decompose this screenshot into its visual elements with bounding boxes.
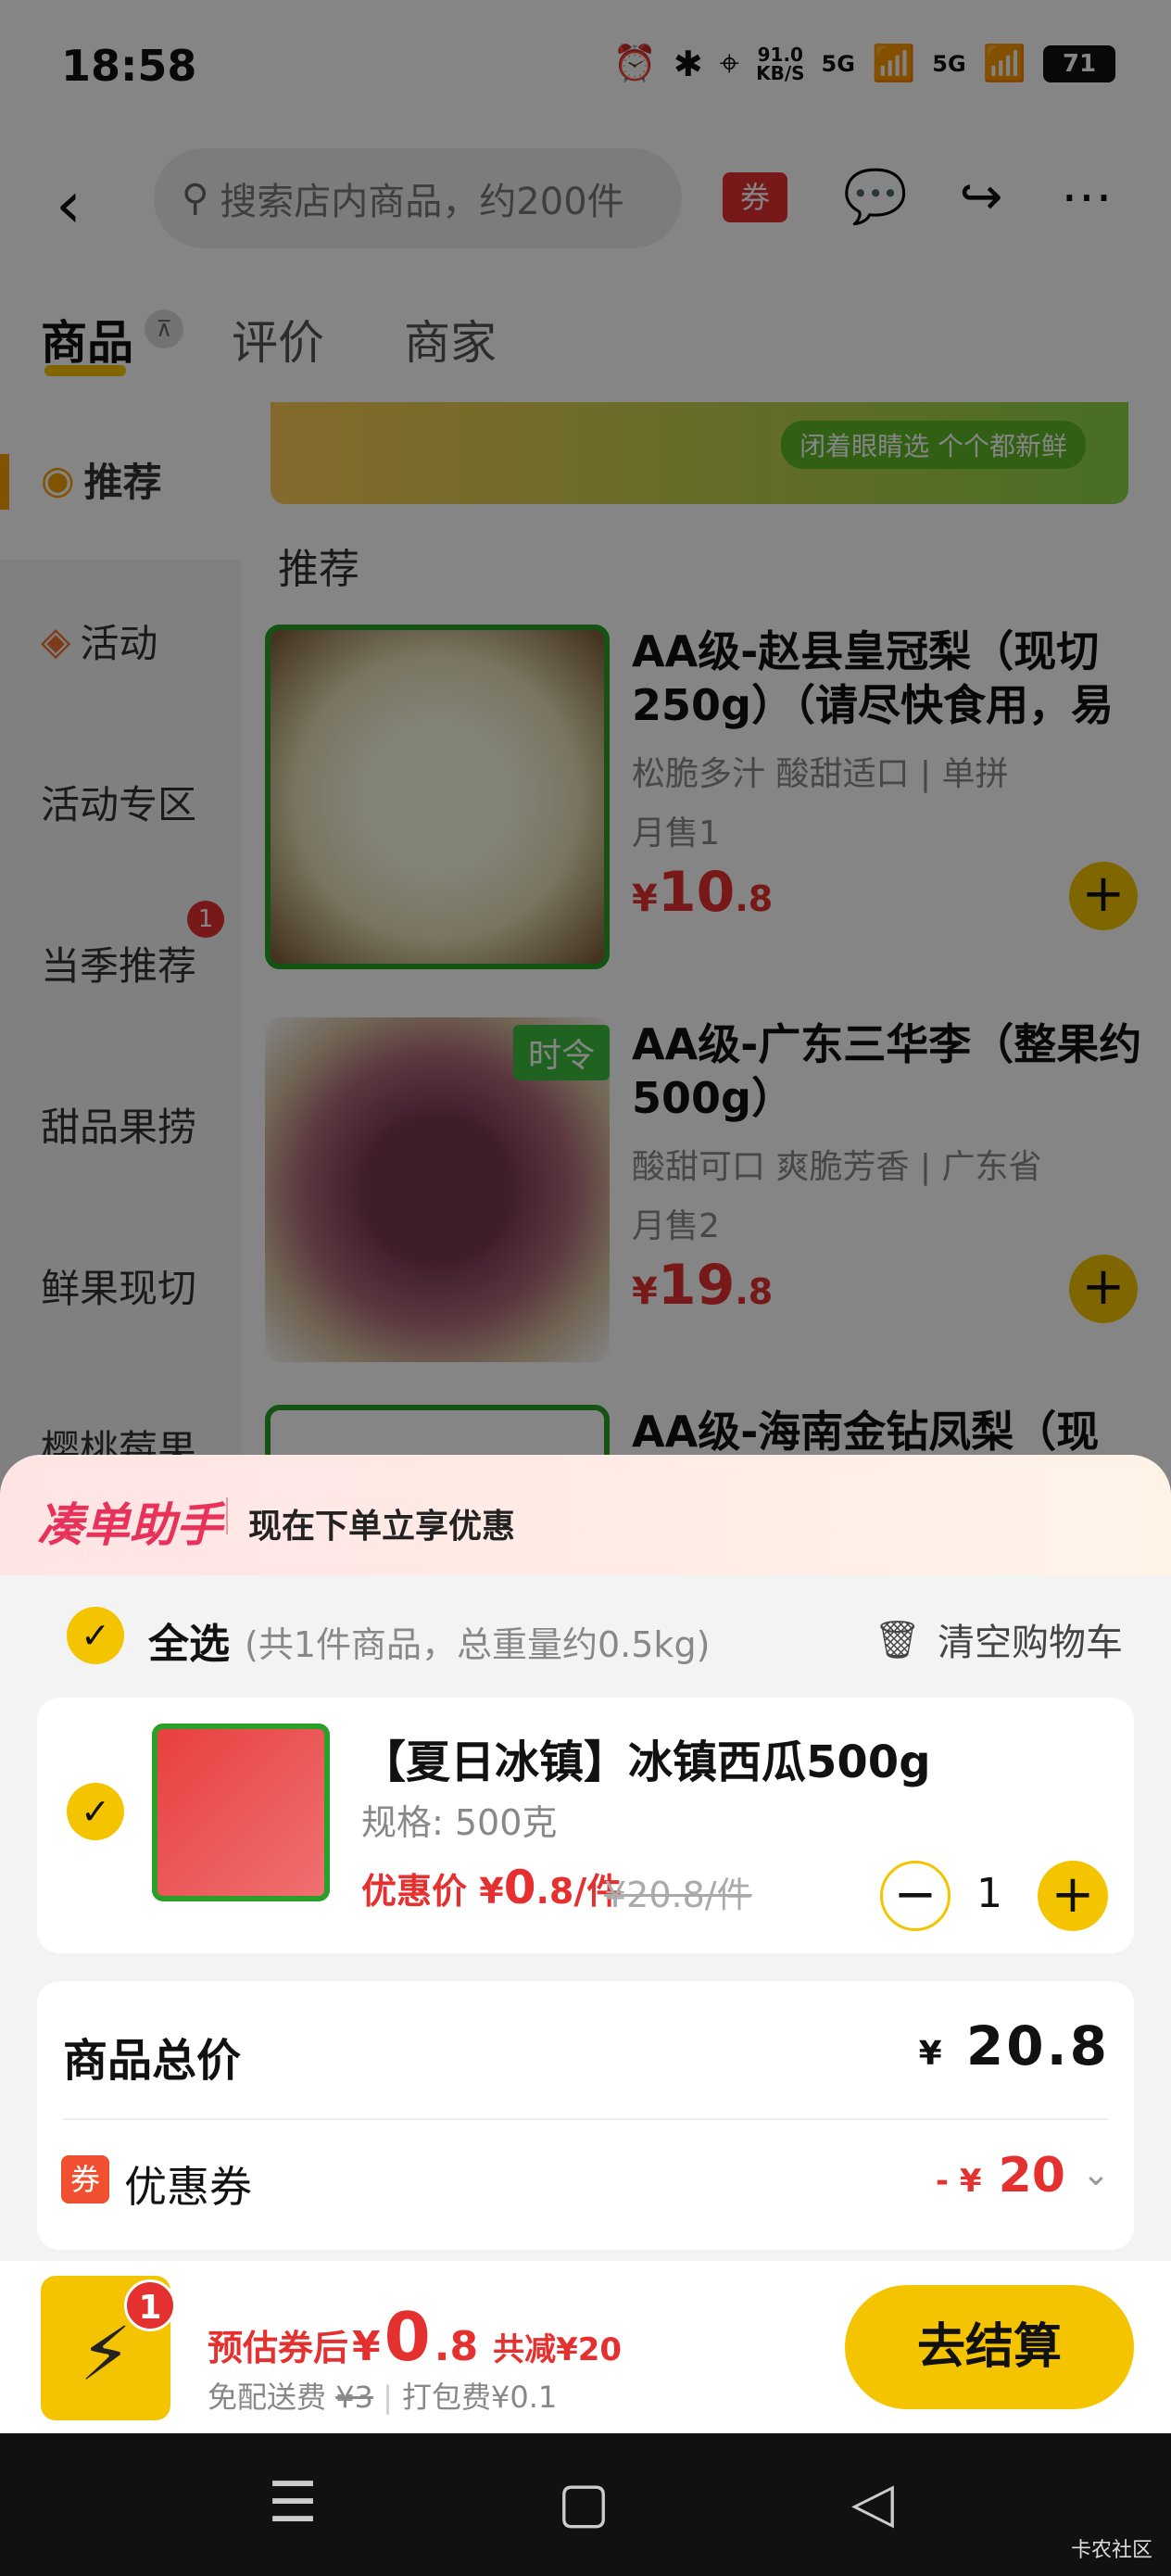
cart-item: ✓ 【夏日冰镇】冰镇西瓜500g 规格: 500克 优惠价 ¥0.8/件 ¥20… (37, 1698, 1134, 1953)
delivery-label: 免配送费 (208, 2380, 327, 2415)
total-value: ¥ 20.8 (919, 2014, 1110, 2077)
estimate-symbol: ¥ (352, 2323, 381, 2370)
total-amount: 20.8 (965, 2014, 1110, 2077)
quantity-value: 1 (976, 1870, 1002, 1917)
item-spec: 规格: 500克 (361, 1802, 558, 1843)
helper-banner: 凑单助手 现在下单立享优惠 (0, 1455, 1171, 1575)
item-name: 【夏日冰镇】冰镇西瓜500g (361, 1736, 931, 1788)
system-nav-bar: ☰ ▢ ◁ 卡农社区 (0, 2433, 1171, 2576)
watermark: 卡农社区 (1070, 2539, 1152, 2562)
coupon-amount: 20 (998, 2148, 1065, 2203)
checkout-bar: ⚡ 1 预估券后 ¥ 0 .8 共减¥20 免配送费 ¥3 | 打包费¥0.1 … (0, 2261, 1171, 2433)
item-price: 优惠价 ¥0.8/件 (361, 1861, 622, 1914)
saving-text: 共减¥20 (493, 2331, 623, 2368)
delivery-orig: ¥3 (335, 2380, 373, 2415)
estimate-int: 0 (384, 2298, 431, 2376)
price-symbol: ¥ (479, 1871, 504, 1912)
select-summary: (共1件商品，总重量约0.5kg) (245, 1624, 711, 1665)
menu-icon[interactable]: ☰ (256, 2470, 330, 2535)
chevron-down-icon[interactable]: ⌄ (1082, 2155, 1110, 2193)
cart-count-badge: 1 (124, 2279, 176, 2331)
estimate-dec: .8 (434, 2323, 479, 2370)
coupon-icon: 券 (61, 2155, 109, 2203)
coupon-value[interactable]: - ¥ 20 (936, 2148, 1065, 2203)
select-all-checkbox[interactable]: ✓ (67, 1607, 124, 1664)
coupon-prefix: - ¥ (935, 2163, 982, 2200)
item-checkbox[interactable]: ✓ (67, 1783, 124, 1840)
total-symbol: ¥ (918, 2035, 945, 2073)
helper-logo: 凑单助手 (37, 1498, 222, 1552)
price-label: 优惠价 (361, 1871, 468, 1912)
clear-cart-label: 清空购物车 (938, 1622, 1123, 1664)
quantity-increase-button[interactable]: + (1038, 1861, 1108, 1931)
quantity-decrease-button[interactable]: − (880, 1861, 951, 1931)
price-int: 0 (503, 1861, 536, 1914)
helper-text: 现在下单立享优惠 (248, 1508, 516, 1546)
select-all-label[interactable]: 全选 (148, 1610, 230, 1670)
divider (226, 1497, 228, 1534)
clear-cart-button[interactable]: 🗑 清空购物车 (874, 1612, 1123, 1666)
item-image (152, 1724, 330, 1901)
trash-icon: 🗑 (874, 1618, 921, 1661)
estimate-label: 预估券后 (208, 2328, 349, 2368)
estimate-price: 预估券后 ¥ 0 .8 共减¥20 (208, 2298, 622, 2376)
packing-fee: 打包费¥0.1 (402, 2380, 558, 2415)
item-original-price: ¥20.8/件 (604, 1875, 752, 1915)
price-summary: 商品总价 ¥ 20.8 券 优惠券 - ¥ 20 ⌄ (37, 1981, 1134, 2250)
checkout-button[interactable]: 去结算 (845, 2285, 1134, 2409)
coupon-label[interactable]: 优惠券 (124, 2153, 252, 2215)
total-label: 商品总价 (63, 2035, 242, 2087)
fees-text: 免配送费 ¥3 | 打包费¥0.1 (208, 2380, 558, 2415)
divider (63, 2118, 1108, 2120)
home-icon[interactable]: ▢ (547, 2470, 621, 2535)
back-icon[interactable]: ◁ (836, 2470, 910, 2535)
